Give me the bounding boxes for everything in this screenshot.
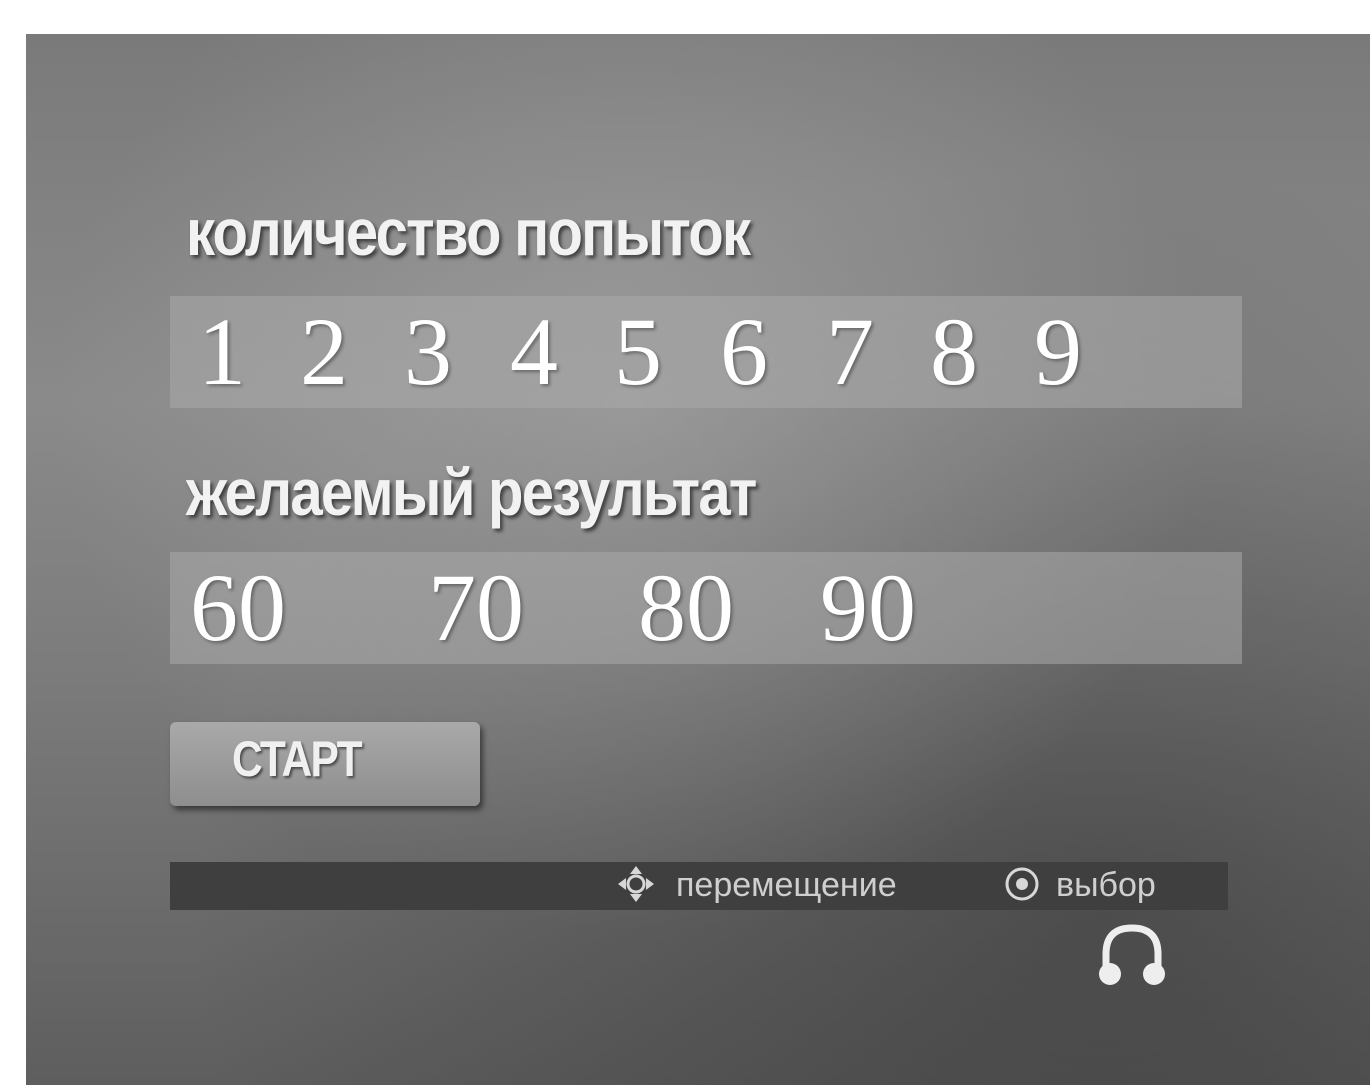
- attempts-option-7[interactable]: 7: [826, 296, 874, 408]
- direction-arrows-icon: [616, 864, 656, 913]
- help-move-label: перемещение: [676, 866, 897, 904]
- attempts-option-8[interactable]: 8: [930, 296, 978, 408]
- headphones-icon: [1096, 922, 1168, 995]
- result-options-bar: 60 70 80 90: [170, 552, 1242, 664]
- help-select-label: выбор: [1056, 866, 1156, 904]
- start-button[interactable]: СТАРТ: [170, 722, 480, 806]
- help-bar: перемещение выбор: [170, 862, 1228, 910]
- attempts-option-3[interactable]: 3: [404, 296, 452, 408]
- attempts-option-5[interactable]: 5: [614, 296, 662, 408]
- result-option-80[interactable]: 80: [638, 552, 734, 664]
- attempts-option-2[interactable]: 2: [300, 296, 348, 408]
- attempts-option-1[interactable]: 1: [198, 296, 246, 408]
- result-option-70[interactable]: 70: [428, 552, 524, 664]
- start-button-label: СТАРТ: [232, 731, 363, 787]
- result-option-90[interactable]: 90: [820, 552, 916, 664]
- attempts-options-bar: 1 2 3 4 5 6 7 8 9: [170, 296, 1242, 408]
- attempts-option-4[interactable]: 4: [510, 296, 558, 408]
- result-option-60[interactable]: 60: [190, 552, 286, 664]
- result-label: желаемый результат: [186, 455, 757, 529]
- attempts-option-9[interactable]: 9: [1034, 296, 1082, 408]
- attempts-option-6[interactable]: 6: [720, 296, 768, 408]
- attempts-label: количество попыток: [186, 195, 751, 269]
- enter-button-icon: [1002, 864, 1042, 913]
- karaoke-setup-screen: количество попыток 1 2 3 4 5 6 7 8 9 жел…: [26, 34, 1370, 1085]
